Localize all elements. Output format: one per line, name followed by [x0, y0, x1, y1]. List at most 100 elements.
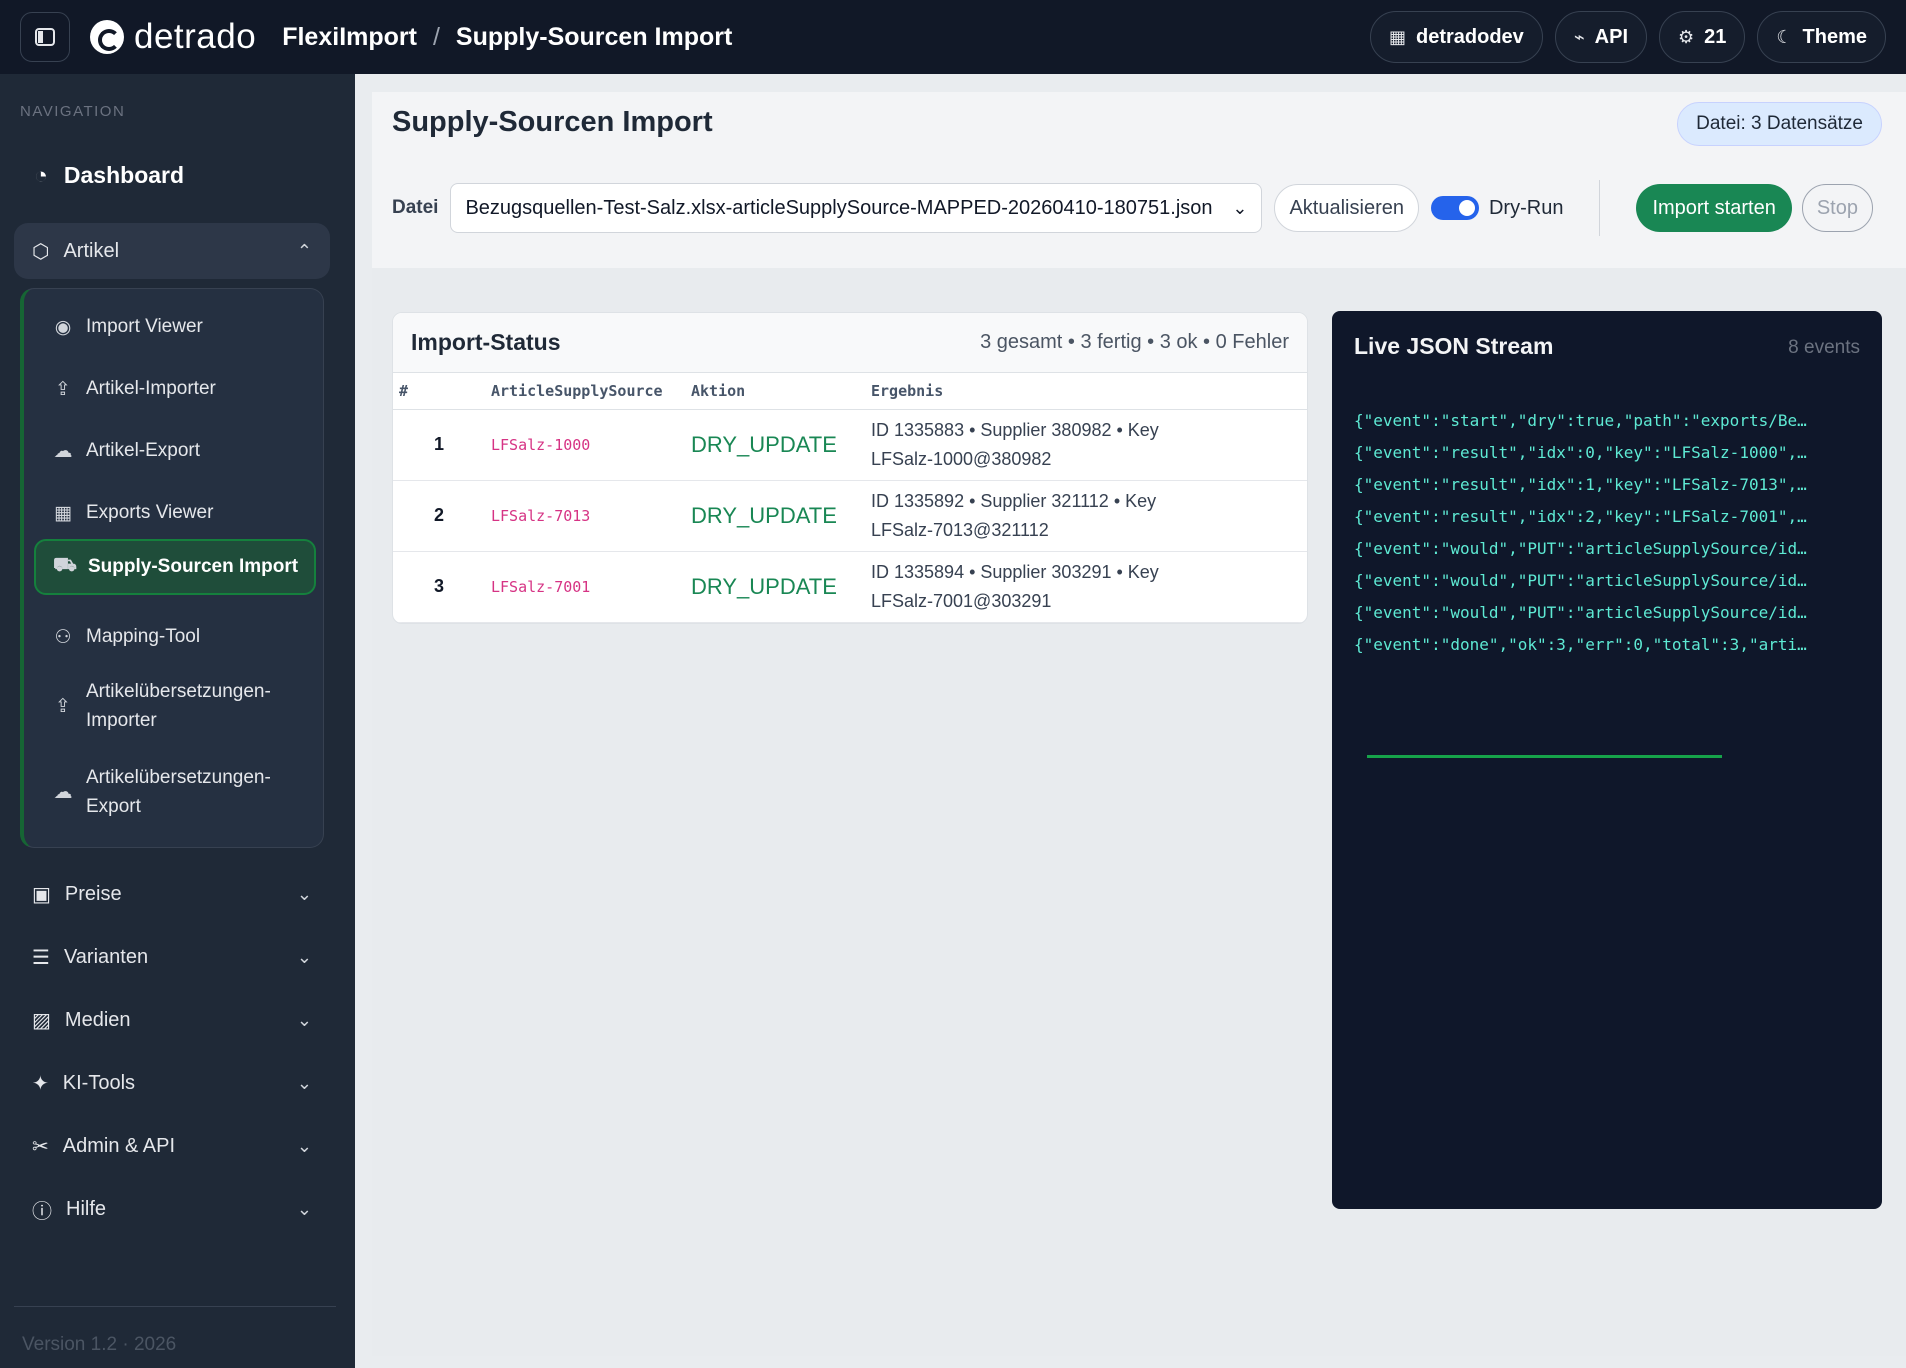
- sidebar-item-artikel-export[interactable]: ☁ Artikel-Export: [34, 433, 316, 469]
- chevron-down-icon: ⌄: [296, 1198, 312, 1219]
- stop-button[interactable]: Stop: [1801, 184, 1873, 232]
- breadcrumb-page: Supply-Sourcen Import: [455, 22, 733, 51]
- start-import-button[interactable]: Import starten: [1636, 184, 1792, 232]
- sidebar-divider: [14, 1306, 336, 1307]
- upload-icon: ⇪: [55, 378, 71, 400]
- table-row: 1 LFSalz-1000 DRY_UPDATE ID 1335883 • Su…: [393, 409, 1307, 481]
- chip-icon: ⚙: [1678, 26, 1695, 47]
- stream-event-count: 8 events: [1788, 337, 1860, 358]
- group-label: Varianten: [63, 945, 149, 968]
- theme-button[interactable]: ☾ Theme: [1757, 11, 1886, 63]
- stream-line: {"event":"result","idx":0,"key":"LFSalz-…: [1354, 443, 1807, 462]
- api-button[interactable]: ⌁ API: [1554, 11, 1647, 63]
- sidebar-item-supply-sourcen-import[interactable]: ⛟ Supply-Sourcen Import: [34, 539, 316, 595]
- eye-icon: ◉: [54, 316, 72, 338]
- sidebar-item-artikel-importer[interactable]: ⇪ Artikel-Importer: [34, 371, 316, 407]
- sidebar-item-label: Artikelübersetzungen- Importer: [86, 677, 271, 735]
- tenant-label: detradodev: [1416, 25, 1524, 48]
- sidebar-item-label: Exports Viewer: [86, 502, 214, 523]
- sidebar-group-artikel[interactable]: ⬡ Artikel ⌃: [14, 223, 330, 279]
- sidebar-item-exports-viewer[interactable]: ▦ Exports Viewer: [34, 495, 316, 531]
- sidebar-item-artikeluebersetzungen-importer[interactable]: ⇪ Artikelübersetzungen- Importer: [34, 675, 316, 737]
- label-line: Artikelübersetzungen-: [86, 767, 271, 788]
- sidebar-item-artikeluebersetzungen-export[interactable]: ☁ Artikelübersetzungen- Export: [34, 761, 316, 823]
- chevron-down-icon: ⌄: [296, 1072, 312, 1093]
- dashboard-label: Dashboard: [63, 162, 185, 188]
- row-result: ID 1335894 • Supplier 303291 • Key LFSal…: [865, 551, 1307, 623]
- sidebar-group-ki-tools[interactable]: ✦ KI-Tools ⌄: [14, 1055, 330, 1111]
- file-select[interactable]: Bezugsquellen-Test-Salz.xlsx-articleSupp…: [450, 183, 1263, 233]
- file-label: Datei: [392, 197, 439, 218]
- tenant-button[interactable]: ▦ detradodev: [1369, 11, 1543, 63]
- stream-line: {"event":"would","PUT":"articleSupplySou…: [1354, 571, 1807, 590]
- file-count-badge: Datei: 3 Datensätze: [1677, 102, 1882, 146]
- row-key: LFSalz-7013: [485, 480, 685, 552]
- sidebar-item-import-viewer[interactable]: ◉ Import Viewer: [34, 309, 316, 345]
- artikel-submenu: ◉ Import Viewer ⇪ Artikel-Importer ☁ Art…: [20, 288, 324, 848]
- brand-logo[interactable]: detrado: [90, 17, 256, 57]
- group-label: Hilfe: [66, 1197, 107, 1220]
- moon-icon: ☾: [1776, 26, 1793, 47]
- dry-run-toggle[interactable]: [1430, 196, 1479, 220]
- logo-mark-icon: [90, 20, 124, 54]
- row-index: 1: [393, 409, 485, 481]
- speedometer-icon: ◔: [34, 162, 48, 188]
- help-icon: ⓘ: [32, 1200, 52, 1223]
- sidebar-group-admin-api[interactable]: ✂ Admin & API ⌄: [14, 1118, 330, 1174]
- row-action: DRY_UPDATE: [685, 480, 865, 552]
- sidebar-group-varianten[interactable]: ☰ Varianten ⌄: [14, 929, 330, 985]
- sidebar-item-mapping-tool[interactable]: ⚇ Mapping-Tool: [34, 619, 316, 655]
- row-index: 3: [393, 551, 485, 623]
- sidebar-group-medien[interactable]: ▨ Medien ⌄: [14, 992, 330, 1048]
- sidebar-item-label: Artikel-Export: [86, 440, 201, 461]
- jobs-count: 21: [1704, 25, 1727, 48]
- stream-line: {"event":"would","PUT":"articleSupplySou…: [1354, 539, 1807, 558]
- chevron-up-icon: ⌃: [296, 240, 312, 261]
- refresh-button[interactable]: Aktualisieren: [1274, 184, 1419, 232]
- import-toolbar: Datei Bezugsquellen-Test-Salz.xlsx-artic…: [372, 168, 1906, 248]
- stream-line: {"event":"result","idx":1,"key":"LFSalz-…: [1354, 475, 1807, 494]
- result-line: ID 1335894 • Supplier 303291 • Key: [871, 561, 1159, 582]
- chevron-down-icon: ⌄: [296, 946, 312, 967]
- group-label: Preise: [64, 882, 122, 905]
- group-label: Artikel: [63, 239, 120, 262]
- card-title: Import-Status: [411, 329, 561, 355]
- row-key: LFSalz-1000: [485, 409, 685, 481]
- content-area: Import-Status 3 gesamt • 3 fertig • 3 ok…: [372, 268, 1906, 1356]
- table-row: 2 LFSalz-7013 DRY_UPDATE ID 1335892 • Su…: [393, 480, 1307, 552]
- column-header: Ergebnis: [865, 373, 1307, 410]
- stream-line: {"event":"would","PUT":"articleSupplySou…: [1354, 603, 1807, 622]
- stream-log[interactable]: {"event":"start","dry":true,"path":"expo…: [1354, 405, 1862, 661]
- box-icon: ⬡: [32, 240, 50, 263]
- sidebar-group-hilfe[interactable]: ⓘ Hilfe ⌄: [14, 1181, 330, 1237]
- row-action: DRY_UPDATE: [685, 551, 865, 623]
- toolbar-divider: [1599, 180, 1601, 236]
- stream-line: {"event":"result","idx":2,"key":"LFSalz-…: [1354, 507, 1807, 526]
- result-line: LFSalz-1000@380982: [871, 448, 1052, 469]
- row-action: DRY_UPDATE: [685, 409, 865, 481]
- stream-line: {"event":"done","ok":3,"err":0,"total":3…: [1354, 635, 1807, 654]
- jobs-button[interactable]: ⚙ 21: [1659, 11, 1746, 63]
- sidebar-group-preise[interactable]: ▣ Preise ⌄: [14, 866, 330, 922]
- row-key: LFSalz-7001: [485, 551, 685, 623]
- top-actions: ▦ detradodev ⌁ API ⚙ 21 ☾ Theme: [1369, 11, 1886, 63]
- top-bar: detrado FlexiImport / Supply-Sourcen Imp…: [0, 0, 1906, 74]
- version-label: Version 1.2 · 2026: [22, 1334, 177, 1355]
- breadcrumb-app[interactable]: FlexiImport: [282, 23, 417, 52]
- dry-run-switch[interactable]: Dry-Run: [1430, 196, 1563, 220]
- sidebar-icon: [35, 28, 55, 46]
- nav-section-title: NAVIGATION: [20, 103, 126, 120]
- chevron-down-icon: ⌄: [1232, 197, 1248, 218]
- chevron-down-icon: ⌄: [296, 883, 312, 904]
- plug-icon: ⌁: [1573, 26, 1585, 47]
- file-select-value: Bezugsquellen-Test-Salz.xlsx-articleSupp…: [465, 196, 1213, 219]
- upload-icon: ⇪: [55, 695, 71, 717]
- sidebar-item-label: Import Viewer: [86, 316, 203, 337]
- row-result: ID 1335883 • Supplier 380982 • Key LFSal…: [865, 409, 1307, 481]
- sidebar-item-label: Artikel-Importer: [86, 378, 216, 399]
- sidebar-toggle-button[interactable]: [20, 12, 70, 62]
- result-line: ID 1335892 • Supplier 321112 • Key: [871, 490, 1157, 511]
- sidebar-item-dashboard[interactable]: ◔ Dashboard: [34, 162, 184, 189]
- image-icon: ▨: [32, 1009, 51, 1032]
- tools-icon: ✂: [32, 1135, 49, 1158]
